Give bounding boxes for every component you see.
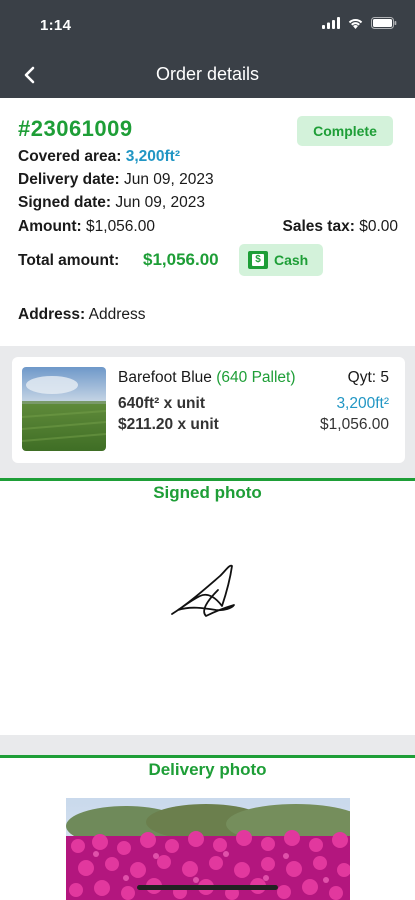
delivery-photo-section: Delivery photo bbox=[0, 755, 415, 900]
product-total-area: 3,200ft² bbox=[336, 395, 389, 412]
payment-method-badge: $ Cash bbox=[239, 244, 323, 276]
total-amount-value: $1,056.00 bbox=[143, 250, 219, 269]
covered-area-label: Covered area: bbox=[18, 148, 122, 165]
home-indicator bbox=[137, 885, 278, 890]
payment-method-label: Cash bbox=[274, 252, 309, 268]
status-badge: Complete bbox=[297, 116, 393, 146]
sales-tax-label: Sales tax: bbox=[282, 218, 355, 235]
product-total-price: $1,056.00 bbox=[320, 416, 389, 433]
address-row: Address: Address bbox=[18, 306, 146, 324]
status-time: 1:14 bbox=[40, 17, 72, 34]
sales-tax-row: Sales tax: $0.00 bbox=[283, 218, 399, 236]
page-title: Order details bbox=[155, 64, 260, 84]
product-name-row: Barefoot Blue (640 Pallet) bbox=[118, 369, 296, 387]
status-icons bbox=[322, 17, 397, 29]
product-image bbox=[22, 367, 106, 451]
product-quantity: Qyt: 5 bbox=[347, 369, 389, 386]
amount-row: Amount: $1,056.00 bbox=[18, 218, 155, 236]
signed-date-value: Jun 09, 2023 bbox=[115, 194, 205, 211]
signed-date-row: Signed date: Jun 09, 2023 bbox=[18, 194, 205, 212]
signed-photo-title: Signed photo bbox=[153, 483, 262, 502]
product-unit-price: $211.20 x unit bbox=[118, 416, 219, 433]
wifi-icon bbox=[348, 19, 363, 29]
delivery-photo-title: Delivery photo bbox=[148, 760, 267, 779]
signed-date-label: Signed date: bbox=[18, 194, 112, 211]
signal-icon bbox=[322, 17, 340, 29]
product-card[interactable]: Barefoot Blue (640 Pallet) Qyt: 5 640ft²… bbox=[12, 357, 405, 463]
nav-bar: Order details bbox=[0, 52, 415, 98]
amount-value: $1,056.00 bbox=[86, 218, 155, 235]
section-divider bbox=[0, 478, 415, 481]
address-label: Address: bbox=[18, 306, 86, 323]
total-amount-label: Total amount: bbox=[18, 252, 120, 269]
delivery-date-label: Delivery date: bbox=[18, 171, 120, 188]
status-bar: 1:14 bbox=[0, 0, 415, 52]
covered-area-value: 3,200ft² bbox=[125, 148, 180, 165]
battery-icon bbox=[371, 17, 397, 29]
section-divider bbox=[0, 755, 415, 758]
amount-label: Amount: bbox=[18, 218, 82, 235]
delivery-date-row: Delivery date: Jun 09, 2023 bbox=[18, 171, 214, 189]
product-name: Barefoot Blue bbox=[118, 369, 212, 386]
order-number: #23061009 bbox=[18, 116, 133, 141]
delivery-date-value: Jun 09, 2023 bbox=[123, 171, 214, 188]
product-unit-area: 640ft² x unit bbox=[118, 395, 205, 412]
signed-photo-section: Signed photo bbox=[0, 478, 415, 735]
cash-icon: $ bbox=[248, 251, 268, 269]
covered-area-row: Covered area: 3,200ft² bbox=[18, 148, 180, 166]
product-pallet: (640 Pallet) bbox=[216, 369, 296, 386]
sales-tax-value: $0.00 bbox=[359, 218, 398, 235]
address-value: Address bbox=[88, 306, 146, 323]
signature-image[interactable] bbox=[160, 558, 250, 628]
